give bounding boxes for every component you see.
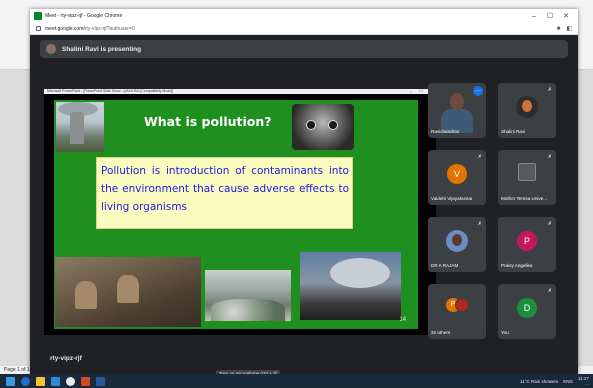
slide: What is pollution? Pollution is introduc… (54, 100, 418, 329)
lock-icon[interactable] (36, 26, 41, 31)
child-shape (75, 281, 97, 309)
bottom-control-bar: rty-vipz-rjf Turn on microphone (ctrl + … (30, 347, 578, 388)
children-garbage-image (55, 257, 201, 327)
mic-muted-icon: ✗ (477, 154, 482, 160)
participant-photo (446, 230, 468, 252)
url-text[interactable]: meet.google.com/rty-vipz-rjf?authuser=0 (45, 26, 551, 32)
presenter-text: Shalini Ravi is presenting (62, 45, 142, 53)
mic-muted-icon: ✗ (547, 87, 552, 93)
participant-tile[interactable]: ✗ DR A RAJAM (428, 217, 486, 272)
photo-flame (522, 100, 532, 112)
search-icon[interactable] (21, 376, 30, 386)
participant-name: Mother Teresa Unive... (501, 196, 548, 201)
camera-blocked-icon[interactable]: ■ (557, 26, 561, 32)
person-head (450, 93, 464, 110)
maximize-button[interactable]: ☐ (542, 12, 558, 20)
participant-tile[interactable]: … Ravichandran (428, 83, 486, 138)
powerpoint-titlebar: Microsoft PowerPoint - [PowerPoint Slide… (44, 89, 436, 94)
close-button[interactable]: ✕ (558, 12, 574, 20)
url-host: meet.google.com/ (45, 25, 85, 32)
participant-name: Shalini Ravi (501, 129, 526, 134)
trash-dump-image (205, 270, 291, 321)
participant-name: Ravichandran (431, 129, 460, 134)
mic-muted-icon: ✗ (547, 288, 552, 294)
gas-mask-image (292, 104, 354, 150)
others-tile[interactable]: P 32 others (428, 284, 486, 339)
participant-avatar: P (517, 231, 537, 251)
window-title: Meet - rty-vipz-rjf - Google Chrome (45, 13, 123, 19)
file-explorer-icon[interactable] (36, 376, 45, 386)
participant-tile[interactable]: ✗ P Praisy Angelika (498, 217, 556, 272)
clock[interactable]: 11:27 ... (578, 376, 589, 386)
system-tray: 11°C Rain showers ENG 11:27 ... (520, 376, 589, 386)
shared-screen: Microsoft PowerPoint - [PowerPoint Slide… (44, 89, 436, 335)
more-options-icon[interactable]: … (473, 86, 483, 96)
powerpoint-title: Microsoft PowerPoint - [PowerPoint Slide… (47, 89, 174, 93)
participant-photo (516, 96, 538, 118)
chrome-titlebar: Meet - rty-vipz-rjf - Google Chrome – ☐ … (30, 9, 578, 23)
chimney-shape (70, 112, 84, 144)
word-left-margin (0, 70, 30, 370)
trash-pile-shape (211, 299, 285, 321)
chrome-window: Meet - rty-vipz-rjf - Google Chrome – ☐ … (30, 9, 578, 388)
self-avatar: D (517, 298, 537, 318)
store-icon[interactable] (51, 376, 60, 386)
participant-tile[interactable]: ✗ V Vaidehi Vijayakumar (428, 150, 486, 205)
powerpoint-icon[interactable] (81, 376, 90, 386)
mic-muted-icon: ✗ (547, 154, 552, 160)
mic-muted-icon: ✗ (477, 221, 482, 227)
child-shape (117, 275, 139, 303)
slide-textbox: Pollution is introduction of contaminant… (96, 157, 353, 229)
slide-text: Pollution is introduction of contaminant… (101, 165, 349, 213)
photo-face (452, 234, 462, 246)
participant-tile[interactable]: ✗ Shalini Ravi (498, 83, 556, 138)
mask-eye-left (306, 120, 316, 130)
clock-date: ... (585, 381, 589, 386)
participant-avatar: V (447, 164, 467, 184)
self-name: You (501, 330, 509, 335)
participant-thumbnail (518, 163, 536, 181)
others-avatar-photo (455, 298, 469, 312)
extensions-icon[interactable]: ◧ (566, 25, 572, 32)
windows-start-icon[interactable] (6, 376, 15, 386)
weather-text[interactable]: 11°C Rain showers (520, 379, 558, 384)
language-indicator[interactable]: ENG (563, 379, 573, 384)
participant-name: Vaidehi Vijayakumar (431, 196, 473, 201)
participant-tile[interactable]: ✗ Mother Teresa Unive... (498, 150, 556, 205)
slide-number: 14 (399, 317, 406, 323)
industrial-smoke-image (300, 252, 401, 320)
windows-taskbar: 11°C Rain showers ENG 11:27 ... (0, 374, 593, 388)
word-icon[interactable] (96, 376, 105, 386)
others-avatars: P (446, 298, 472, 314)
slide-title: What is pollution? (144, 114, 272, 129)
camera-feed (438, 87, 476, 133)
others-count: 32 others (431, 330, 451, 335)
mic-muted-icon: ✗ (547, 221, 552, 227)
ppt-minimize: – (410, 89, 412, 93)
url-path: rty-vipz-rjf?authuser=0 (84, 25, 135, 32)
address-bar[interactable]: meet.google.com/rty-vipz-rjf?authuser=0 … (30, 23, 578, 35)
meeting-code: rty-vipz-rjf (50, 355, 82, 362)
ppt-maximize: ☐ (419, 89, 423, 93)
factory-smoke-image (56, 102, 104, 152)
participant-name: DR A RAJAM (431, 263, 459, 268)
mask-eye-right (328, 120, 338, 130)
presenter-banner: Shalini Ravi is presenting (40, 40, 568, 58)
presenter-avatar (46, 44, 56, 54)
self-tile[interactable]: ✗ D You (498, 284, 556, 339)
meet-stage: Shalini Ravi is presenting Microsoft Pow… (30, 35, 578, 388)
minimize-button[interactable]: – (526, 13, 542, 20)
meet-favicon-icon (34, 12, 42, 20)
chrome-icon[interactable] (66, 376, 75, 386)
participant-name: Praisy Angelika (501, 263, 533, 268)
smoke-plume-shape (330, 258, 390, 288)
